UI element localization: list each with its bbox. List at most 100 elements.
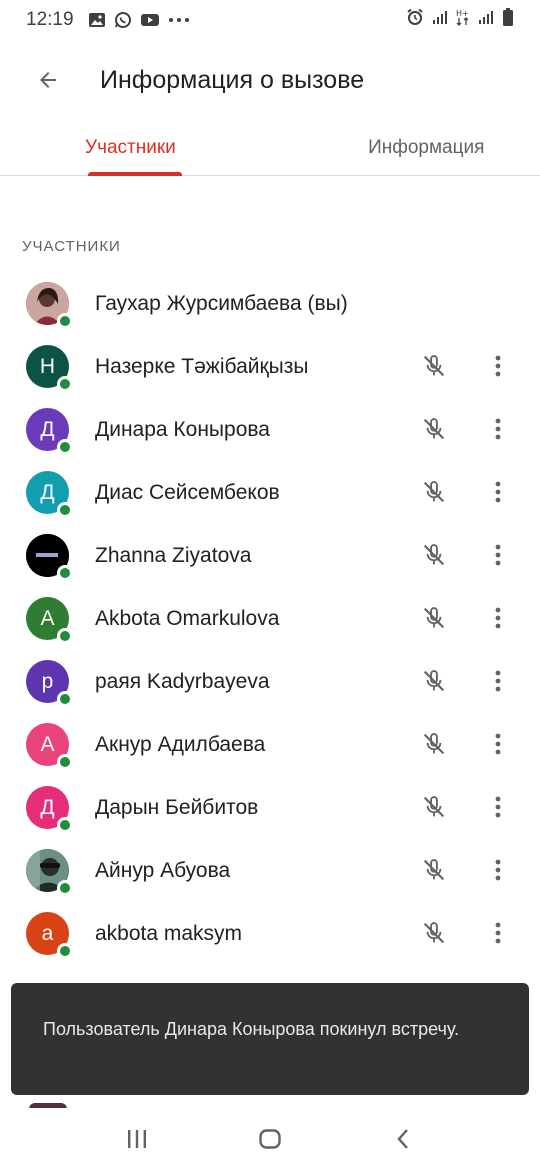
more-vert-icon[interactable] [486,728,510,760]
avatar: Д [26,471,73,518]
participant-row[interactable]: Д Дарын Бейбитов [0,776,540,839]
participant-row[interactable]: a akbota maksym [0,902,540,965]
more-vert-icon[interactable] [486,854,510,886]
avatar: Н [26,345,73,392]
more-vert-icon[interactable] [486,602,510,634]
avatar [26,534,73,581]
mic-off-icon[interactable] [420,730,448,758]
avatar: Д [26,786,73,833]
youtube-icon [140,12,160,28]
participant-name: Айнур Абуова [95,858,231,882]
presence-indicator [57,754,73,770]
mic-off-icon[interactable] [420,541,448,569]
signal-icon [478,9,494,31]
participant-name: Диас Сейсембеков [95,480,280,504]
participant-row[interactable]: Д Динара Конырова [0,398,540,461]
participant-name: Akbota Omarkulova [95,606,280,630]
data-h-plus-icon: H+ [456,8,470,32]
mic-off-icon[interactable] [420,604,448,632]
presence-indicator [57,313,73,329]
tab-bar: Участники Информация [0,120,540,176]
status-time: 12:19 [26,9,74,30]
more-vert-icon[interactable] [486,413,510,445]
participant-name: akbota maksym [95,921,243,945]
battery-icon [502,8,514,32]
more-vert-icon[interactable] [486,539,510,571]
participant-name: раяя Kadyrbayeva [95,669,270,693]
avatar-initial: a [41,921,54,945]
status-right: H+ [406,0,514,40]
tab-info[interactable]: Информация [313,120,540,175]
participant-row[interactable]: Айнур Абуова [0,839,540,902]
app-bar: Информация о вызове [0,40,540,120]
participant-row[interactable]: А Акнур Адилбаева [0,713,540,776]
avatar: a [26,912,73,959]
avatar: А [26,723,73,770]
chevron-back-icon [397,1129,409,1149]
section-label: УЧАСТНИКИ [22,238,121,255]
presence-indicator [57,439,73,455]
more-vert-icon[interactable] [486,350,510,382]
mic-off-icon[interactable] [420,667,448,695]
participant-name: Гаухар Журсимбаева (вы) [95,291,348,315]
participant-name: Дарын Бейбитов [95,795,259,819]
more-dots-icon [168,17,190,23]
scrolled-content-edge [0,177,540,183]
avatar-initial: Д [40,480,55,504]
more-vert-icon[interactable] [486,791,510,823]
participant-name: Назерке Тәжібайқызы [95,354,309,378]
presence-indicator [57,943,73,959]
participant-list: Гаухар Журсимбаева (вы) Н Назерке Тәжібайқ… [0,272,540,965]
avatar [26,282,73,329]
mic-off-icon[interactable] [420,415,448,443]
signal-icon [432,9,448,31]
mic-off-icon[interactable] [420,919,448,947]
participant-row[interactable]: Гаухар Журсимбаева (вы) [0,272,540,335]
presence-indicator [57,628,73,644]
page-title: Информация о вызове [100,65,365,94]
mic-off-icon[interactable] [420,793,448,821]
avatar: Д [26,408,73,455]
alarm-icon [406,8,424,32]
participant-row[interactable]: Н Назерке Тәжібайқызы [0,335,540,398]
presence-indicator [57,502,73,518]
avatar-initial: A [40,606,55,630]
participant-name: Zhanna Ziyatova [95,543,252,567]
status-bar: 12:19 H+ [0,0,540,40]
avatar-initial: Д [40,417,55,441]
mic-off-icon[interactable] [420,478,448,506]
svg-text:H+: H+ [456,9,469,18]
avatar: р [26,660,73,707]
mic-off-icon[interactable] [420,352,448,380]
avatar [26,849,73,896]
tab-participants[interactable]: Участники [0,120,313,176]
recent-apps-icon [127,1130,146,1148]
presence-indicator [57,817,73,833]
presence-indicator [57,376,73,392]
more-vert-icon[interactable] [486,476,510,508]
recent-apps-button[interactable] [115,1117,159,1161]
more-vert-icon[interactable] [486,665,510,697]
participant-row[interactable]: Zhanna Ziyatova [0,524,540,587]
snackbar-message: Пользователь Динара Конырова покинул вст… [43,1019,460,1039]
back-nav-button[interactable] [381,1117,425,1161]
participant-row[interactable]: р раяя Kadyrbayeva [0,650,540,713]
participant-row[interactable]: A Akbota Omarkulova [0,587,540,650]
home-icon [259,1129,281,1149]
back-button[interactable] [24,56,72,104]
avatar-initial: Д [40,795,55,819]
avatar: A [26,597,73,644]
snackbar: Пользователь Динара Конырова покинул вст… [11,983,529,1095]
participant-name: Динара Конырова [95,417,270,441]
home-button[interactable] [248,1117,292,1161]
system-nav-bar [0,1108,540,1170]
mic-off-icon[interactable] [420,856,448,884]
participant-row[interactable]: Д Диас Сейсембеков [0,461,540,524]
gallery-icon [88,12,106,28]
avatar-initial: А [40,732,55,756]
more-vert-icon[interactable] [486,917,510,949]
presence-indicator [57,691,73,707]
whatsapp-icon [114,11,132,29]
presence-indicator [57,880,73,896]
presence-indicator [57,565,73,581]
